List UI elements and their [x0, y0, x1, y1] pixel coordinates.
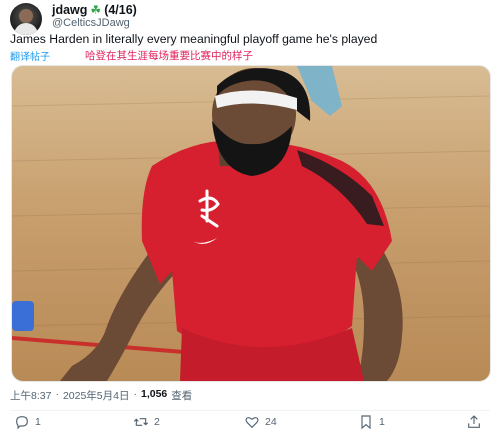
action-bar: 1 2 24 1	[0, 414, 500, 436]
tweet-timestamp[interactable]: 上午8:37 · 2025年5月4日 · 1,056 查看	[10, 388, 192, 403]
reply-icon	[16, 416, 28, 430]
like-button[interactable]: 24	[244, 414, 277, 430]
author-handle[interactable]: @CelticsJDawg	[52, 17, 130, 29]
display-name[interactable]: jdawg	[52, 3, 87, 17]
translate-post-link[interactable]: 翻译帖子	[10, 48, 50, 63]
time: 上午8:37	[10, 390, 52, 402]
reply-button[interactable]: 1	[14, 414, 41, 430]
retweet-button[interactable]: 2	[133, 414, 160, 430]
bookmark-count: 1	[379, 416, 385, 428]
views-label: 查看	[171, 390, 193, 402]
tweet-card[interactable]: jdawg ☘ (4/16) @CelticsJDawg James Harde…	[0, 0, 500, 440]
heart-icon	[245, 417, 259, 429]
like-count: 24	[265, 416, 277, 428]
bookmark-icon	[361, 415, 371, 430]
bookmark-button[interactable]: 1	[358, 414, 385, 430]
translation-text: 哈登在其生涯每场重要比赛中的样子	[85, 50, 253, 62]
reply-count: 1	[35, 416, 41, 428]
player-photo-illustration	[12, 66, 490, 381]
tweet-text: James Harden in literally every meaningf…	[10, 32, 378, 46]
four-leaf-clover-icon: ☘	[90, 3, 102, 17]
views-count: 1,056	[140, 388, 168, 400]
share-button[interactable]	[466, 414, 482, 430]
retweet-count: 2	[154, 416, 160, 428]
date: 2025年5月4日	[62, 390, 130, 402]
display-name-suffix: (4/16)	[104, 3, 137, 17]
separator: ·	[133, 388, 137, 400]
retweet-icon	[133, 418, 149, 426]
author-name-row[interactable]: jdawg ☘ (4/16)	[52, 3, 137, 17]
avatar[interactable]	[10, 3, 42, 35]
divider	[10, 410, 490, 411]
separator: ·	[55, 388, 59, 400]
translate-row: 翻译帖子 哈登在其生涯每场重要比赛中的样子	[10, 48, 253, 63]
share-icon	[468, 415, 480, 428]
tweet-photo[interactable]	[11, 65, 491, 382]
